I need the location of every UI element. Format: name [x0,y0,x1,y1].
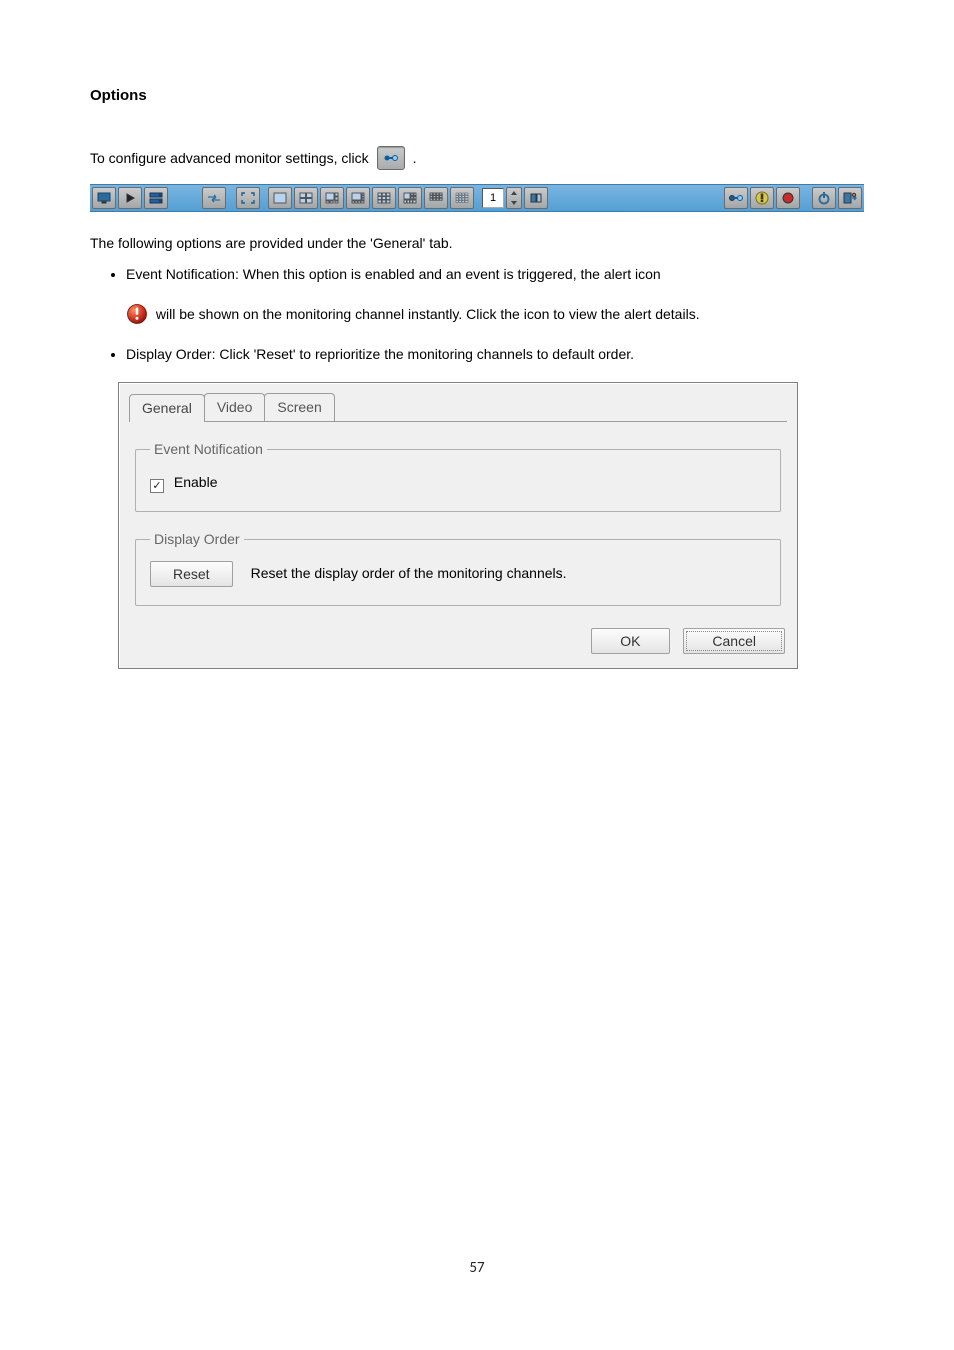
options-icon [377,146,405,170]
reset-desc: Reset the display order of the monitorin… [251,562,567,584]
layout-1-icon[interactable] [268,187,292,209]
group-display-order-legend: Display Order [150,528,244,550]
bullet-display-order: Display Order: Click 'Reset' to repriori… [126,342,864,368]
tab-video[interactable]: Video [204,393,266,421]
switch-icon-button[interactable] [202,187,226,209]
cancel-button[interactable]: Cancel [683,628,785,654]
bullet-event-notification: Event Notification: When this option is … [126,262,864,288]
options-icon-button[interactable] [724,187,748,209]
section-title: Options [90,84,864,108]
tab-screen[interactable]: Screen [264,393,334,421]
options-dialog: General Video Screen Event Notification … [118,382,798,669]
fullscreen-icon-button[interactable] [236,187,260,209]
layout-8-icon[interactable] [346,187,370,209]
server-icon-button[interactable] [144,187,168,209]
layout-16-icon[interactable] [450,187,474,209]
bullet-event-notification-cont: will be shown on the monitoring channel … [126,302,864,328]
record-icon-button[interactable] [776,187,800,209]
tab-bar: General Video Screen [129,393,793,421]
layout-9-icon[interactable] [372,187,396,209]
sequence-icon-button[interactable] [524,187,548,209]
alert-status-icon-button[interactable] [750,187,774,209]
reset-button[interactable]: Reset [150,561,233,587]
layout-10-icon[interactable] [398,187,422,209]
tab-general[interactable]: General [129,394,205,422]
intro-line: To configure advanced monitor settings, … [90,146,864,170]
intro-text-after: . [413,147,417,169]
group-display-order: Display Order Reset Reset the display or… [135,528,781,605]
group-event-notification-legend: Event Notification [150,438,267,460]
layout-12-icon[interactable] [424,187,448,209]
layout-6-icon[interactable] [320,187,344,209]
page-number-input[interactable]: 1 [482,188,504,208]
body-text-1: The following options are provided under… [90,232,864,254]
exit-icon-button[interactable] [838,187,862,209]
play-icon-button[interactable] [118,187,142,209]
ok-button[interactable]: OK [591,628,669,654]
page-spinner[interactable] [506,187,522,209]
enable-label: Enable [174,474,218,490]
intro-text-before: To configure advanced monitor settings, … [90,147,369,169]
toolbar: 1 [90,184,864,212]
alert-icon [126,303,148,325]
monitor-icon-button[interactable] [92,187,116,209]
power-icon-button[interactable] [812,187,836,209]
enable-checkbox[interactable] [150,479,164,493]
page-number: 57 [0,1256,954,1280]
group-event-notification: Event Notification Enable [135,438,781,512]
layout-4-icon[interactable] [294,187,318,209]
